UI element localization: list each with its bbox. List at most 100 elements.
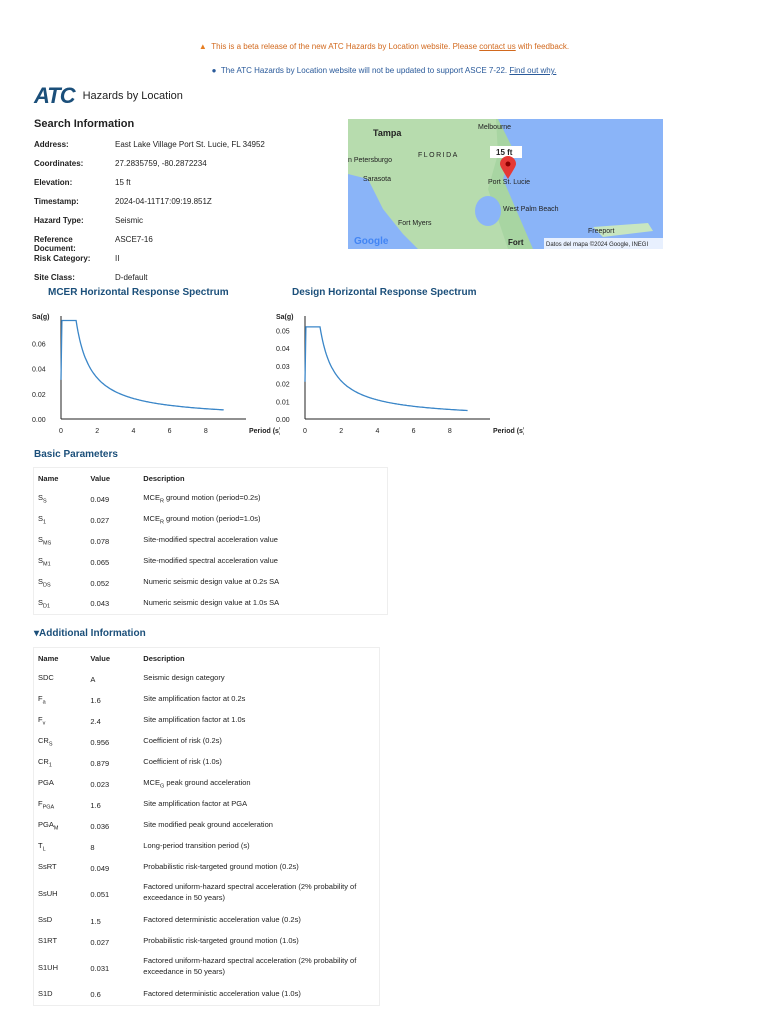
info-key: Coordinates: <box>34 159 84 168</box>
y-tick-label: 0.00 <box>32 417 46 424</box>
table-row: SsD 1.5 Factored deterministic acceleratio… <box>34 911 380 932</box>
spectrum-line <box>304 326 468 412</box>
param-name: SS <box>34 489 87 510</box>
warning-icon: ▲ <box>198 42 207 51</box>
map-label: Fort Myers <box>398 220 432 227</box>
param-description: Factored uniform-hazard spectral acceler… <box>139 953 379 985</box>
info-value: II <box>115 254 120 263</box>
info-value: 27.2835759, -80.2872234 <box>115 159 207 168</box>
y-tick-label: 0.01 <box>276 399 290 406</box>
name-text: S1RT <box>38 936 58 946</box>
mcer-chart: Sa(g)Period (s)0 2 4 6 80.000.020.040.06 <box>32 314 280 435</box>
column-header: Name <box>38 473 59 483</box>
name-subscript: MS <box>43 540 52 547</box>
beta-text: This is a beta release of the new ATC Ha… <box>211 42 480 51</box>
param-description: Coefficient of risk (0.2s) <box>139 732 379 753</box>
table-row: S1UH 0.031 Factored uniform-hazard spectra… <box>34 953 380 985</box>
atc-logo[interactable]: ATC <box>34 83 76 109</box>
param-description: MCEG peak ground acceleration <box>139 774 379 795</box>
find-out-why-link[interactable]: Find out why. <box>509 66 556 75</box>
param-value: 0.027 <box>90 937 110 947</box>
param-name: SDS <box>34 573 87 594</box>
param-value: 0.956 <box>90 737 110 747</box>
desc-text: Site-modified spectral acceleration valu… <box>143 535 278 545</box>
x-tick-label: 0 <box>59 428 63 435</box>
info-key: Elevation: <box>34 178 73 187</box>
desc-text: MCE <box>143 493 160 503</box>
param-name: SM1 <box>34 552 87 573</box>
app-title: Hazards by Location <box>82 90 183 102</box>
param-value: 0.027 <box>90 515 110 525</box>
info-row: Timestamp: 2024-04-11T17:09:19.851Z <box>34 197 265 216</box>
y-tick-label: 0.03 <box>276 364 290 371</box>
basic-params-title: Basic Parameters <box>34 449 118 460</box>
column-header: Description <box>143 653 185 663</box>
additional-info-table: Name Value Description SDC A Seismic design c… <box>33 647 380 1006</box>
param-description: Site amplification factor at 0.2s <box>139 690 379 711</box>
param-value: 1.6 <box>90 800 101 810</box>
search-info-title: Search Information <box>34 118 135 130</box>
y-tick-label: 0.02 <box>32 392 46 399</box>
table-row: SsRT 0.049 Probabilistic risk-targeted gro… <box>34 858 380 879</box>
param-description: Numeric seismic design value at 0.2s SA <box>139 573 387 594</box>
param-value: 0.023 <box>90 779 110 789</box>
desc-text: Long-period transition period (s) <box>143 841 250 851</box>
info-value: 15 ft <box>115 178 131 187</box>
param-description: Seismic design category <box>139 669 379 690</box>
name-subscript: PGA <box>42 804 55 811</box>
name-text: PGA <box>38 778 54 788</box>
param-value: 1.6 <box>90 695 101 705</box>
info-value: Seismic <box>115 216 144 225</box>
desc-text: Numeric seismic design value at 0.2s SA <box>143 577 280 587</box>
table-row: SsUH 0.051 Factored uniform-hazard spectra… <box>34 879 380 911</box>
name-subscript: 1 <box>48 762 52 769</box>
param-name: SsD <box>34 911 87 932</box>
column-header: Description <box>143 473 185 483</box>
desc-text: MCE <box>143 778 160 788</box>
google-logo: Google <box>354 236 389 247</box>
table-row: CR1 0.879 Coefficient of risk (1.0s) <box>34 753 380 774</box>
desc-text: Factored deterministic acceleration valu… <box>143 989 301 998</box>
info-key: Hazard Type: <box>34 216 84 225</box>
param-description: Factored uniform-hazard spectral acceler… <box>139 879 379 911</box>
param-description: Factored deterministic acceleration valu… <box>139 911 379 932</box>
info-value: 2024-04-11T17:09:19.851Z <box>115 197 212 206</box>
map-label: n Petersburgo <box>348 157 392 164</box>
table-row: SMS 0.078 Site-modified spectral accelerat… <box>34 531 388 552</box>
param-description: MCER ground motion (period=1.0s) <box>139 510 387 531</box>
contact-us-link[interactable]: contact us <box>479 42 515 51</box>
param-description: Coefficient of risk (1.0s) <box>139 753 379 774</box>
name-text: S1UH <box>38 962 59 972</box>
desc-text: Site-modified spectral acceleration valu… <box>143 556 278 566</box>
x-tick-label: 6 <box>412 428 416 435</box>
param-name: CR1 <box>34 753 87 774</box>
additional-info-toggle[interactable]: ▾Additional Information <box>34 628 146 639</box>
name-text: SDC <box>38 673 54 683</box>
info-key: Address: <box>34 140 69 149</box>
x-tick-label: 8 <box>448 428 452 435</box>
header: ATC Hazards by Location <box>34 83 183 109</box>
desc-text-end: ground motion (period=0.2s) <box>163 493 261 503</box>
param-name: SsUH <box>34 879 87 911</box>
param-name: PGAM <box>34 816 87 837</box>
name-subscript: a <box>42 699 46 706</box>
location-map[interactable]: Tampa FLORIDA Melbourne n Petersburgo Sa… <box>348 119 663 249</box>
name-text: CR <box>38 757 49 767</box>
desc-text: Site modified peak ground acceleration <box>143 820 273 830</box>
param-value: 0.052 <box>90 578 110 588</box>
y-tick-label: 0.05 <box>276 328 290 335</box>
desc-text: Site amplification factor at PGA <box>143 799 248 809</box>
table-row: SDS 0.052 Numeric seismic design value at … <box>34 573 388 594</box>
map-attribution[interactable]: Datos del mapa ©2024 Google, INEGI <box>546 241 648 248</box>
table-row: SS 0.049 MCER ground motion (period=0.2s) <box>34 489 388 510</box>
table-row: S1RT 0.027 Probabilistic risk-targeted gro… <box>34 932 380 953</box>
map-label: West Palm Beach <box>503 206 559 213</box>
name-subscript: L <box>42 846 46 853</box>
desc-text: Seismic design category <box>143 673 225 683</box>
name-text: SsD <box>38 915 53 925</box>
param-value: 0.043 <box>90 599 110 609</box>
param-value: 8 <box>90 842 95 852</box>
table-row: CRS 0.956 Coefficient of risk (0.2s) <box>34 732 380 753</box>
param-name: FPGA <box>34 795 87 816</box>
name-subscript: DS <box>43 582 51 589</box>
